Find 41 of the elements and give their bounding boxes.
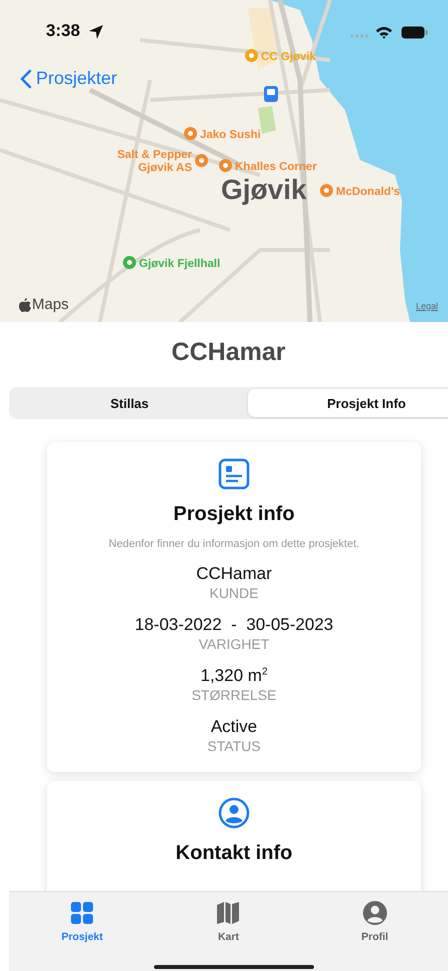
card-title: Kontakt info xyxy=(176,842,292,865)
map-city-label: Gjøvik xyxy=(221,174,307,206)
person-circle-icon xyxy=(362,901,387,925)
field-value: Active xyxy=(210,717,258,737)
card-description: Nedenfor finner du informasjon om dette prosjektet. xyxy=(108,538,360,550)
park-area xyxy=(258,106,276,134)
person-circle-icon xyxy=(218,797,250,829)
tab-bar-item[interactable]: Prosjekt xyxy=(55,892,109,944)
field-label: KUNDE xyxy=(209,585,258,601)
segment-tab[interactable]: Prosjekt Info xyxy=(248,389,448,417)
map-icon xyxy=(216,901,240,925)
map-place-label[interactable]: Salt & Pepper Gjøvik AS xyxy=(108,149,192,174)
map-place-label[interactable]: Jako Sushi xyxy=(200,129,261,141)
map-place-label[interactable]: Khalles Corner xyxy=(235,161,317,173)
grid-icon xyxy=(70,901,94,925)
apple-logo-icon xyxy=(19,298,31,312)
field-value: 18-03-2022 - 30-05-2023 xyxy=(134,615,334,635)
chevron-left-icon xyxy=(20,68,32,88)
signal-dots-icon xyxy=(350,34,370,38)
map-place-label[interactable]: Gjøvik Fjellhall xyxy=(139,258,220,270)
project-title: CCHamar xyxy=(170,338,286,367)
status-time: 3:38 xyxy=(46,21,80,41)
document-card-icon xyxy=(218,458,250,490)
battery-icon xyxy=(401,26,428,39)
tab-bar-item[interactable]: Kart xyxy=(210,892,246,944)
field-value: 1,320 m$^{2}$ xyxy=(200,666,268,686)
location-arrow-icon xyxy=(88,24,104,40)
train-station-icon xyxy=(264,86,278,102)
field-label: STØRRELSE xyxy=(192,687,276,703)
segment-tab[interactable]: Stillas xyxy=(11,389,248,417)
field-label: VARIGHET xyxy=(198,636,270,652)
maps-logo-text: Maps xyxy=(32,296,69,313)
field-label: STATUS xyxy=(207,738,261,754)
field-value: CCHamar xyxy=(196,564,272,584)
shopping-area xyxy=(248,8,278,70)
card-title: Prosjekt info xyxy=(173,503,295,526)
map-place-label[interactable]: McDonald's xyxy=(336,186,400,198)
legal-link[interactable]: Legal xyxy=(416,301,438,311)
tab-bar-item[interactable]: Profil xyxy=(355,892,394,944)
back-button[interactable]: Prosjekter xyxy=(20,68,118,89)
wifi-icon xyxy=(375,26,393,39)
